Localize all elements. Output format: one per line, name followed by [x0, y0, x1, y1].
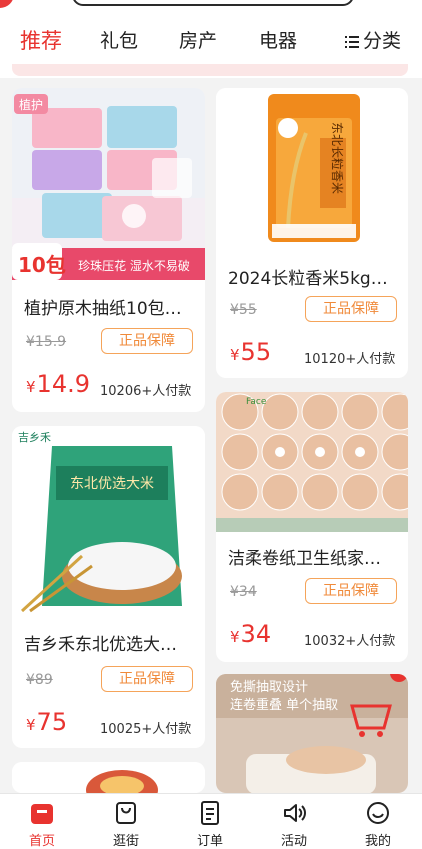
- guarantee-badge: 正品保障: [305, 578, 397, 604]
- original-price: ¥55: [230, 302, 257, 318]
- nav-activities[interactable]: 活动: [264, 800, 324, 849]
- tab-gift[interactable]: 礼包: [100, 26, 138, 53]
- nav-home-label: 首页: [28, 834, 55, 849]
- nav-shopping[interactable]: 逛街: [96, 800, 156, 849]
- product-card[interactable]: [12, 762, 205, 793]
- tab-recommend[interactable]: 推荐: [20, 25, 62, 55]
- product-title: 吉乡禾东北优选大…: [24, 635, 177, 655]
- product-card[interactable]: 东北长粒香米 2024长粒香米5kg… ¥55 正品保障 ¥55 10120+人…: [216, 88, 408, 378]
- wrap-brand: Face: [246, 397, 267, 407]
- speaker-icon: [284, 804, 306, 822]
- nav-profile-label: 我的: [364, 834, 391, 849]
- guarantee-badge: 正品保障: [101, 328, 193, 354]
- promo-line1: 免撕抽取设计: [230, 680, 308, 695]
- sale-price: ¥14.9: [26, 370, 90, 398]
- search-bar[interactable]: [72, 0, 354, 6]
- product-image-rice-bowl: 东北优选大米 吉乡禾: [12, 426, 205, 618]
- sale-price: ¥34: [230, 620, 272, 648]
- bag-label: 东北优选大米: [70, 476, 154, 492]
- product-image-rice-bag: 东北长粒香米: [216, 88, 408, 248]
- sales-count: 10032+人付款: [304, 634, 396, 649]
- sale-price: ¥55: [230, 338, 272, 366]
- banner-edge: [12, 64, 408, 76]
- original-price: ¥89: [26, 672, 53, 688]
- nav-orders[interactable]: 订单: [180, 800, 240, 849]
- smile-face-icon: [367, 802, 389, 824]
- sales-count: 10206+人付款: [100, 384, 192, 399]
- menu-icon: [345, 35, 359, 48]
- count-badge: 10包: [18, 253, 66, 277]
- original-price: ¥15.9: [26, 334, 67, 350]
- product-card[interactable]: Face 洁柔卷纸卫生纸家… ¥34 正品保障 ¥34 10032+人付款: [216, 392, 408, 662]
- promo-strip: 珍珠压花 湿水不易破: [78, 258, 190, 273]
- nav-shopping-label: 逛街: [112, 834, 139, 849]
- bottom-nav: 首页 逛街 订单 活动 我的: [0, 793, 422, 849]
- nav-profile[interactable]: 我的: [348, 800, 408, 849]
- top-header: 推荐 礼包 房产 电器 分类: [0, 0, 422, 78]
- order-list-icon: [201, 801, 219, 825]
- promo-line2: 连卷重叠 单个抽取: [230, 697, 338, 713]
- category-tabs: 推荐 礼包 房产 电器 分类: [0, 26, 422, 60]
- guarantee-badge: 正品保障: [305, 296, 397, 322]
- product-image-food: [12, 762, 205, 793]
- sale-price: ¥75: [26, 708, 68, 736]
- sales-count: 10025+人付款: [100, 722, 192, 737]
- nav-home[interactable]: 首页: [12, 800, 72, 849]
- nav-orders-label: 订单: [196, 834, 223, 849]
- product-image-tissue-promo: 免撕抽取设计 连卷重叠 单个抽取: [216, 674, 408, 793]
- product-image-toilet-paper: Face: [216, 392, 408, 532]
- product-title: 洁柔卷纸卫生纸家…: [228, 549, 381, 569]
- brand-logo: 吉乡禾: [18, 431, 51, 444]
- nav-activities-label: 活动: [280, 834, 307, 849]
- category-button[interactable]: 分类: [345, 26, 401, 53]
- product-card[interactable]: 东北优选大米 吉乡禾 吉乡禾东北优选大… ¥89 正品保障 ¥75 10025+…: [12, 426, 205, 748]
- brand-badge: 植护: [19, 97, 43, 112]
- product-image-tissue: 植护 10包 珍珠压花 湿水不易破: [12, 88, 205, 280]
- shopping-bag-icon: [116, 802, 136, 824]
- original-price: ¥34: [230, 584, 257, 600]
- home-icon: [31, 804, 53, 824]
- product-card[interactable]: 免撕抽取设计 连卷重叠 单个抽取: [216, 674, 408, 793]
- product-card[interactable]: 植护 10包 珍珠压花 湿水不易破 植护原木抽纸10包… ¥15.9 正品保障 …: [12, 88, 205, 412]
- product-title: 植护原木抽纸10包…: [24, 299, 182, 319]
- sales-count: 10120+人付款: [304, 352, 396, 367]
- category-label: 分类: [363, 30, 402, 52]
- bag-label: 东北长粒香米: [330, 122, 345, 194]
- guarantee-badge: 正品保障: [101, 666, 193, 692]
- tab-appliances[interactable]: 电器: [259, 26, 297, 53]
- product-title: 2024长粒香米5kg…: [228, 269, 388, 289]
- logo-fragment: [0, 0, 14, 8]
- tab-real-estate[interactable]: 房产: [179, 26, 217, 53]
